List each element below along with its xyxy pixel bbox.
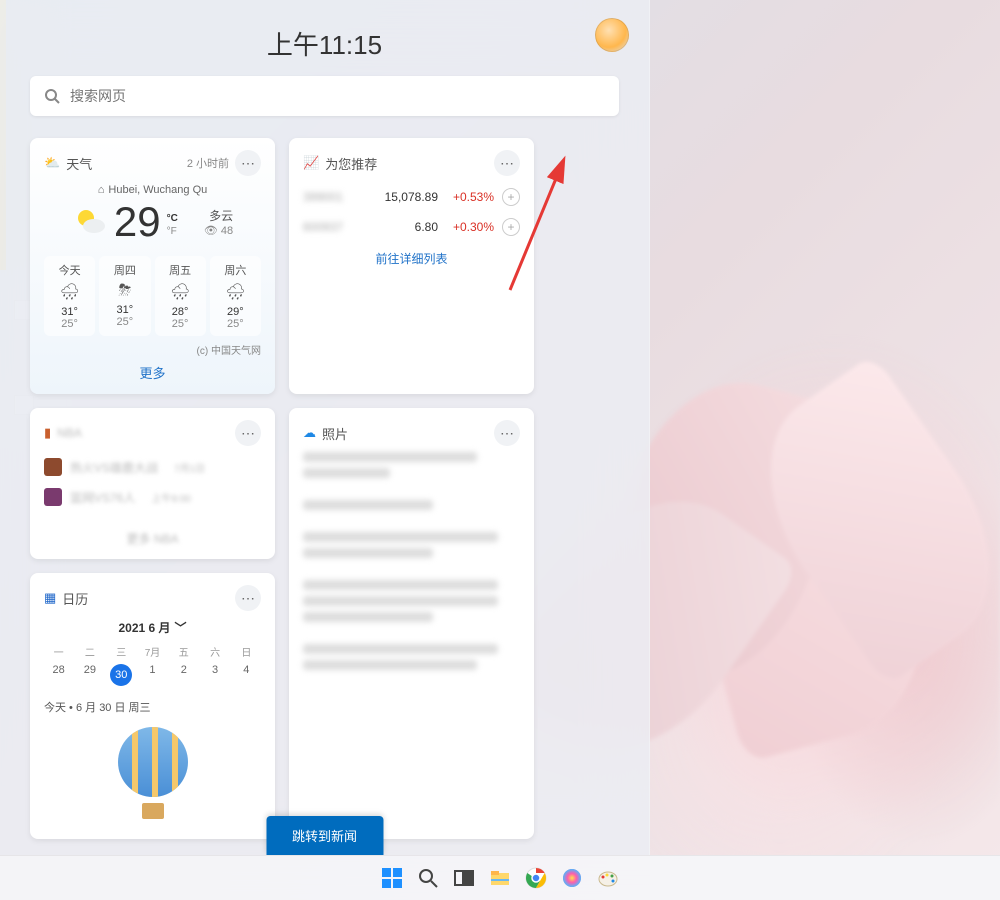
- calendar-day[interactable]: 29: [75, 661, 104, 689]
- stocks-widget[interactable]: 📈 为您推荐 399001 15,078.89 +0.53% + 600937 …: [289, 138, 534, 394]
- add-stock-icon[interactable]: +: [502, 188, 520, 206]
- stocks-detail-link[interactable]: 前往详细列表: [303, 250, 520, 267]
- weather-aqi: 48: [221, 225, 233, 237]
- home-icon: ⌂: [98, 184, 105, 196]
- weather-condition: 多云: [204, 207, 233, 224]
- sports-widget[interactable]: ▮ NBA 热火VS雄鹿大战 7月1日 篮网VS76人 上午9:00 更多 NB…: [30, 408, 275, 559]
- stocks-icon: 📈: [303, 155, 319, 171]
- paint-icon[interactable]: [594, 864, 622, 892]
- forecast-day[interactable]: 周四⛈31°25°: [99, 256, 150, 336]
- calendar-today-label: 今天 • 6 月 30 日 周三: [44, 699, 261, 715]
- file-explorer-icon[interactable]: [486, 864, 514, 892]
- calendar-widget[interactable]: ▦ 日历 2021 6 月﹀ 一二三7月五六日 28 29 30 1 2 3 4…: [30, 573, 275, 839]
- chevron-down-icon: ﹀: [175, 619, 187, 636]
- weather-more-link[interactable]: 更多: [44, 363, 261, 382]
- search-icon: [44, 88, 60, 104]
- team-logo: [44, 488, 62, 506]
- widgets-panel: 上午11:15 ⛅ 天气 2 小时前 ⌂Hubei, Wuchang Qu 29…: [0, 0, 650, 855]
- calendar-day[interactable]: 28: [44, 661, 73, 689]
- chrome-icon[interactable]: [522, 864, 550, 892]
- photos-widget[interactable]: ☁ 照片: [289, 408, 534, 839]
- calendar-day[interactable]: 3: [200, 661, 229, 689]
- clock: 上午11:15: [267, 25, 382, 62]
- calendar-day[interactable]: 2: [169, 661, 198, 689]
- weather-source: (c) 中国天气网: [44, 342, 261, 357]
- user-avatar[interactable]: [595, 18, 629, 52]
- unit-c[interactable]: °C: [167, 212, 178, 225]
- calendar-month[interactable]: 2021 6 月﹀: [44, 619, 261, 636]
- taskview-button[interactable]: [450, 864, 478, 892]
- calendar-day-today[interactable]: 30: [107, 661, 136, 689]
- team-logo: [44, 458, 62, 476]
- sun-cloud-icon: [72, 204, 108, 240]
- jump-to-news-button[interactable]: 跳转到新闻: [266, 816, 383, 855]
- weather-location: Hubei, Wuchang Qu: [108, 184, 207, 196]
- more-icon[interactable]: [494, 150, 520, 176]
- forecast-row: 今天🌧31°25° 周四⛈31°25° 周五🌧28°25° 周六🌧29°25°: [44, 256, 261, 336]
- more-icon[interactable]: [235, 150, 261, 176]
- calendar-day[interactable]: 1: [138, 661, 167, 689]
- more-icon[interactable]: [235, 420, 261, 446]
- card-title: 日历: [62, 589, 88, 608]
- add-stock-icon[interactable]: +: [502, 218, 520, 236]
- card-title: 照片: [322, 424, 348, 443]
- stock-row[interactable]: 399001 15,078.89 +0.53% +: [303, 188, 520, 206]
- onedrive-icon: ☁: [303, 425, 316, 441]
- forecast-day[interactable]: 周五🌧28°25°: [155, 256, 206, 336]
- search-box[interactable]: [30, 76, 619, 116]
- weather-widget[interactable]: ⛅ 天气 2 小时前 ⌂Hubei, Wuchang Qu 29 °C°F 多云…: [30, 138, 275, 394]
- card-title: 天气: [66, 154, 92, 173]
- calendar-grid: 一二三7月五六日 28 29 30 1 2 3 4: [44, 644, 261, 689]
- weather-updated: 2 小时前: [187, 155, 229, 171]
- weather-icon: ⛅: [44, 155, 60, 171]
- card-title: 为您推荐: [325, 154, 377, 173]
- unit-f[interactable]: °F: [167, 225, 178, 238]
- browser-icon[interactable]: [558, 864, 586, 892]
- sports-more-link[interactable]: 更多 NBA: [44, 530, 261, 547]
- taskbar: [0, 855, 1000, 900]
- more-icon[interactable]: [494, 420, 520, 446]
- sports-item[interactable]: 热火VS雄鹿大战 7月1日: [44, 458, 261, 476]
- forecast-day[interactable]: 周六🌧29°25°: [210, 256, 261, 336]
- sports-icon: ▮: [44, 425, 51, 441]
- card-title: NBA: [57, 426, 82, 440]
- weather-temp: 29: [114, 198, 161, 246]
- calendar-day[interactable]: 4: [232, 661, 261, 689]
- more-icon[interactable]: [235, 585, 261, 611]
- search-button[interactable]: [414, 864, 442, 892]
- calendar-icon: ▦: [44, 590, 56, 606]
- stock-row[interactable]: 600937 6.80 +0.30% +: [303, 218, 520, 236]
- search-input[interactable]: [70, 88, 605, 104]
- calendar-illustration: [108, 727, 198, 827]
- forecast-day[interactable]: 今天🌧31°25°: [44, 256, 95, 336]
- start-button[interactable]: [378, 864, 406, 892]
- sports-item[interactable]: 篮网VS76人 上午9:00: [44, 488, 261, 506]
